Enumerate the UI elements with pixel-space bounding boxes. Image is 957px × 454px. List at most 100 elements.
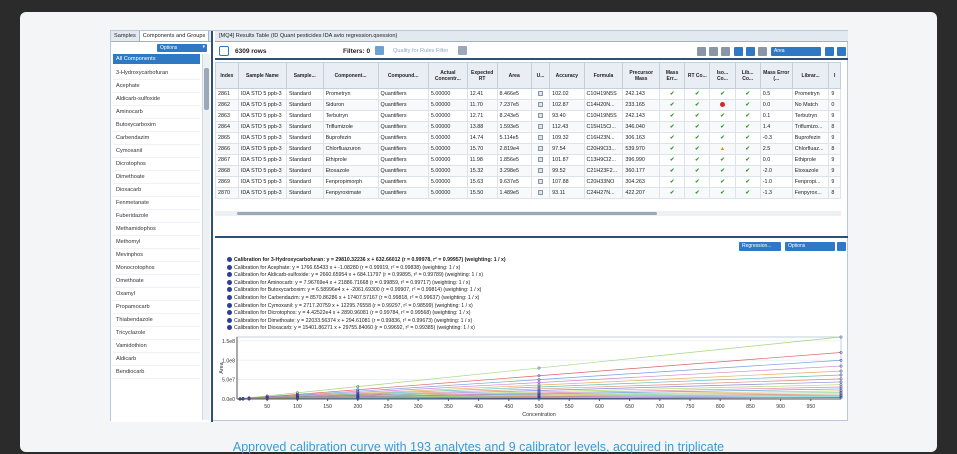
hscroll-thumb[interactable] [237,212,657,215]
calibration-expand-icon[interactable] [837,242,846,251]
component-item[interactable]: Carbendazim [113,132,200,145]
expand-icon[interactable] [837,47,846,56]
column-header[interactable]: Area [496,62,532,89]
check-icon: ✔ [709,132,736,144]
pane-splitter[interactable] [215,236,848,238]
checkbox-icon[interactable] [530,176,551,188]
next-icon[interactable] [746,47,755,56]
column-icon[interactable] [758,47,767,56]
filter-icon[interactable] [375,46,384,55]
component-item[interactable]: Methomyl [113,236,200,249]
legend-entry[interactable]: Calibration for Cymoxanil: y = 2717.2075… [227,302,506,311]
component-item[interactable]: Dicrotophos [113,158,200,171]
horizontal-scrollbar[interactable] [215,211,841,216]
column-header[interactable]: Iso... Co... [709,62,736,89]
column-header[interactable]: Mass Error (... [759,62,793,89]
column-header[interactable]: Sample... [285,62,324,89]
legend-entry[interactable]: Calibration for 3-Hydroxycarbofuran: y =… [227,257,506,265]
table-row[interactable]: 2867 IDA STD 5 ppb-3 Standard Ethiprole Quan… [215,154,841,166]
component-item[interactable]: Propamocarb [113,301,200,314]
column-header[interactable]: Sample Name [237,62,287,89]
component-item[interactable]: 3-Hydroxycarbofuran [113,67,200,80]
results-table-icon [219,46,229,56]
component-item[interactable]: Tricyclazole [113,327,200,340]
table-row[interactable]: 2866 IDA STD 5 ppb-3 Standard Chlorfluazuro… [215,143,841,155]
legend-entry[interactable]: Calibration for Acephate: y = 1766.65433… [227,264,506,273]
pin-icon[interactable] [825,47,834,56]
column-header[interactable]: Lib... Co... [734,62,761,89]
table-row[interactable]: 2869 IDA STD 5 ppb-3 Standard Fenpropimorph… [215,176,841,188]
column-header[interactable]: RT Co... [684,62,711,89]
checkbox-icon[interactable] [530,143,551,155]
checkbox-icon[interactable] [530,110,551,122]
component-item[interactable]: Fuberidazole [113,210,200,223]
checkbox-icon[interactable] [530,154,551,166]
component-item[interactable]: Omethoate [113,275,200,288]
component-item[interactable]: Butoxycarboxim [113,119,200,132]
component-item[interactable]: Thiabendazole [113,314,200,327]
checkbox-icon[interactable] [530,121,551,133]
x-tick-label: 900 [776,404,785,410]
checkbox-icon[interactable] [530,132,551,144]
table-row[interactable]: 2862 IDA STD 5 ppb-3 Standard Siduron Quanti… [215,99,841,111]
column-header[interactable]: I [828,62,841,89]
legend-entry[interactable]: Calibration for Butoxycarboxim: y = 6.58… [227,287,506,295]
tab-components-groups[interactable]: Components and Groups [139,31,210,41]
all-components-item[interactable]: All Components [113,54,200,64]
metric-dropdown[interactable]: Area [771,47,821,56]
column-header[interactable]: Compound... [377,62,429,89]
legend-entry[interactable]: Calibration for Carbendazim: y = 8570.86… [227,294,506,303]
component-item[interactable]: Bendiocarb [113,366,200,379]
print-icon[interactable] [709,47,718,56]
table-row[interactable]: 2863 IDA STD 5 ppb-3 Standard Terbutryn Quan… [215,110,841,122]
component-item[interactable]: Dimethoate [113,171,200,184]
quality-filter-label[interactable]: Quality for Rules Filter [393,48,448,54]
legend-entry[interactable]: Calibration for Dimethoate: y = 22033.56… [227,317,506,326]
table-row[interactable]: 2868 IDA STD 5 ppb-3 Standard Etoxazole Quan… [215,165,841,177]
checkbox-icon[interactable] [530,88,551,100]
column-header[interactable]: U... [530,62,551,89]
component-item[interactable]: Monocrotophos [113,262,200,275]
column-header[interactable]: Component... [322,62,379,89]
table-settings-icon[interactable] [721,47,730,56]
quality-filter-icon[interactable] [458,46,467,55]
component-item[interactable]: Cymoxanil [113,145,200,158]
component-item[interactable]: Acephate [113,80,200,93]
regression-dropdown[interactable]: Regression... [739,242,781,251]
checkbox-icon[interactable] [530,99,551,111]
scroll-thumb[interactable] [204,68,209,110]
component-item[interactable]: Methamidophos [113,223,200,236]
component-item[interactable]: Aldicarb [113,353,200,366]
component-item[interactable]: Dioxacarb [113,184,200,197]
column-header[interactable]: Precursor Mass [622,62,661,89]
table-row[interactable]: 2864 IDA STD 5 ppb-3 Standard Triflumizole Q… [215,121,841,133]
table-row[interactable]: 2861 IDA STD 5 ppb-3 Standard Prometryn Quan… [215,88,841,100]
prev-icon[interactable] [734,47,743,56]
legend-entry[interactable]: Calibration for Dioxacarb: y = 15401.862… [227,325,506,333]
component-item[interactable]: Fenmetanate [113,197,200,210]
component-item[interactable]: Oxamyl [113,288,200,301]
component-item[interactable]: Aminocarb [113,106,200,119]
calibration-options-dropdown[interactable]: Options [785,242,835,251]
component-item[interactable]: Mevinphos [113,249,200,262]
options-dropdown[interactable]: Options [157,44,207,52]
component-item[interactable]: Vamidothion [113,340,200,353]
checkbox-icon[interactable] [530,187,551,199]
table-row[interactable]: 2865 IDA STD 5 ppb-3 Standard Buprofezin Qua… [215,132,841,144]
checkbox-icon[interactable] [530,165,551,177]
column-header[interactable]: Formula [583,62,624,89]
column-header[interactable]: Mass Err... [659,62,686,89]
component-item[interactable]: Aldicarb-sulfoxide [113,93,200,106]
column-header[interactable]: Librar... [791,62,830,89]
export-icon[interactable] [697,47,706,56]
column-header[interactable]: Accuracy [549,62,585,89]
legend-entry[interactable]: Calibration for Dicrotophos: y = 4.42522… [227,310,506,318]
column-header[interactable]: Index [215,62,239,89]
legend-entry[interactable]: Calibration for Aldicarb-sulfoxide: y = … [227,272,506,280]
column-header[interactable]: Expected RT [466,62,498,89]
list-scrollbar[interactable] [202,54,210,420]
table-row[interactable]: 2870 IDA STD 5 ppb-3 Standard Fenpyroximate… [215,187,841,199]
column-header[interactable]: Actual Concentr... [427,62,468,89]
legend-entry[interactable]: Calibration for Aminocarb: y = 7.96769e4… [227,279,506,288]
tab-samples[interactable]: Samples [111,31,140,41]
